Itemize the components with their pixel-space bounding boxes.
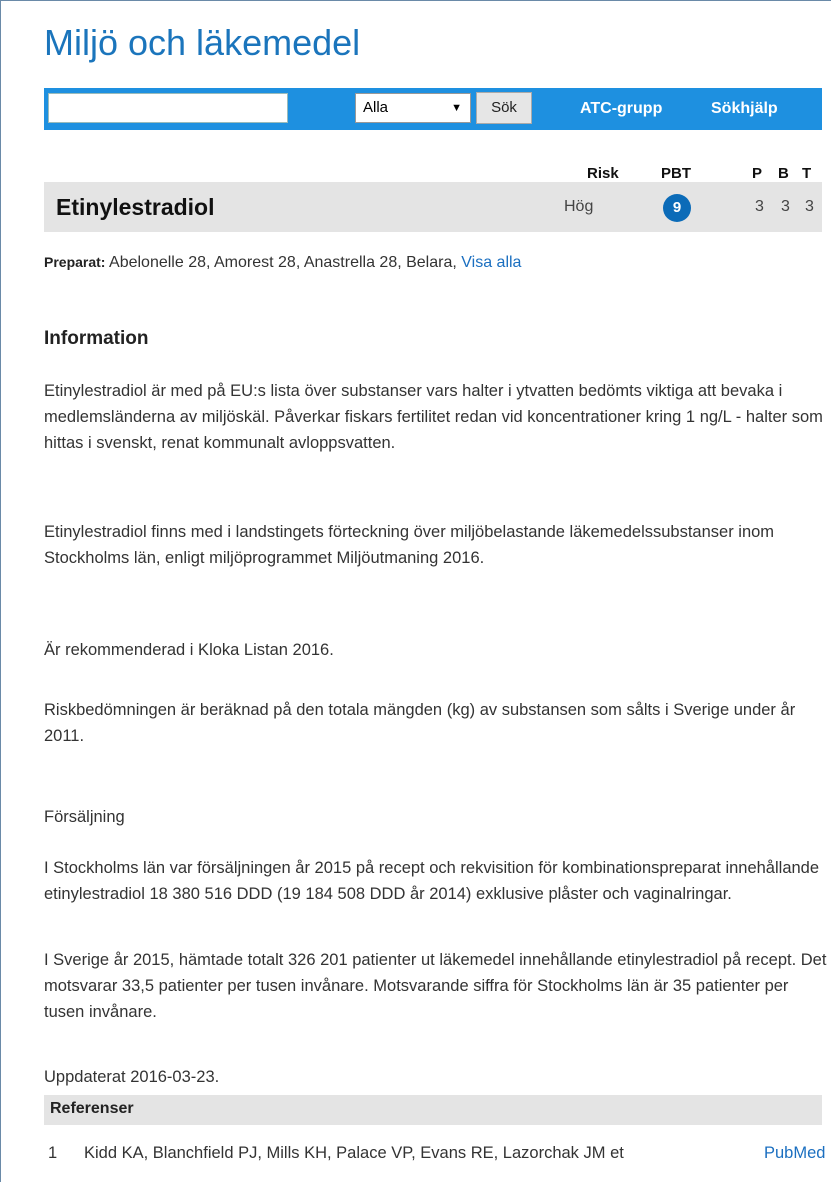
category-select[interactable]: Alla ▼ <box>355 93 471 123</box>
info-paragraph: I Stockholms län var försäljningen år 20… <box>44 859 820 903</box>
info-paragraph: Är rekommenderad i Kloka Listan 2016. <box>44 641 334 659</box>
pbt-header: PBT <box>661 165 691 182</box>
preparat-list: Abelonelle 28, Amorest 28, Anastrella 28… <box>109 254 457 271</box>
substance-header: Etinylestradiol Hög 9 3 3 3 <box>44 182 822 232</box>
reference-text: Kidd KA, Blanchfield PJ, Mills KH, Palac… <box>84 1144 624 1162</box>
sales-heading: Försäljning <box>44 808 125 826</box>
references-heading: Referenser <box>50 1100 134 1117</box>
reference-number: 1 <box>48 1144 58 1162</box>
dropdown-arrow-icon: ▼ <box>451 102 462 114</box>
preparat-label: Preparat: <box>44 254 106 270</box>
p-header: P <box>752 165 763 182</box>
updated-date: Uppdaterat 2016-03-23. <box>44 1068 220 1086</box>
risk-header: Risk <box>587 165 619 182</box>
t-value: 3 <box>805 198 814 215</box>
show-all-link[interactable]: Visa alla <box>461 254 521 271</box>
info-paragraph: Riskbedömningen är beräknad på den total… <box>44 701 796 745</box>
risk-value: Hög <box>564 198 594 215</box>
search-help-link[interactable]: Sökhjälp <box>711 88 778 130</box>
p-value: 3 <box>755 198 764 215</box>
substance-name: Etinylestradiol <box>56 194 215 220</box>
atc-group-link[interactable]: ATC-grupp <box>580 88 662 130</box>
b-header: B <box>778 165 789 182</box>
info-paragraph: I Sverige år 2015, hämtade totalt 326 20… <box>44 951 827 1021</box>
search-bar: Alla ▼ Sök ATC-grupp Sökhjälp <box>44 88 822 130</box>
search-input[interactable] <box>48 93 288 123</box>
b-value: 3 <box>781 198 790 215</box>
info-paragraph: Etinylestradiol finns med i landstingets… <box>44 523 775 567</box>
category-select-value: Alla <box>363 99 389 116</box>
search-button[interactable]: Sök <box>476 92 532 124</box>
preparat-line: Preparat: Abelonelle 28, Amorest 28, Ana… <box>44 254 521 272</box>
t-header: T <box>802 165 812 182</box>
information-heading: Information <box>44 328 149 349</box>
app-title[interactable]: Miljö och läkemedel <box>44 22 360 64</box>
pubmed-link[interactable]: PubMed <box>764 1144 825 1163</box>
pbt-badge: 9 <box>663 194 691 222</box>
info-paragraph: Etinylestradiol är med på EU:s lista öve… <box>44 382 823 452</box>
references-header: Referenser <box>44 1095 822 1125</box>
